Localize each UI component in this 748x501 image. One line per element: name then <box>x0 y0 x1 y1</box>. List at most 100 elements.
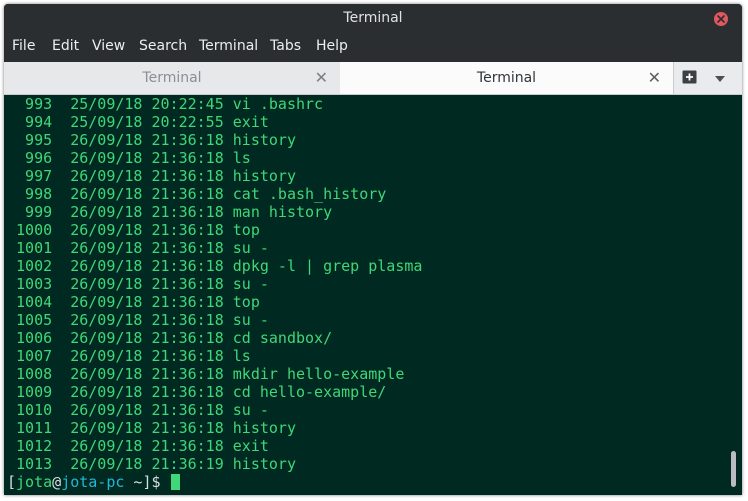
history-number: 994 <box>7 113 53 131</box>
history-command: history <box>232 455 296 473</box>
history-row: 993 25/09/18 20:22:45 vi .bashrc <box>7 95 422 113</box>
history-date: 26/09/18 <box>70 275 143 293</box>
prompt-host: jota-pc <box>61 473 125 491</box>
history-row: 1005 26/09/18 21:36:18 su - <box>7 311 422 329</box>
history-row: 1013 26/09/18 21:36:19 history <box>7 455 422 473</box>
tab-terminal-1[interactable]: Terminal ✕ <box>4 62 341 94</box>
history-row: 1011 26/09/18 21:36:18 history <box>7 419 422 437</box>
history-number: 995 <box>7 131 53 149</box>
history-number: 1013 <box>7 455 53 473</box>
history-command: cat .bash_history <box>232 185 387 203</box>
history-number: 1006 <box>7 329 53 347</box>
history-date: 26/09/18 <box>70 185 143 203</box>
history-time: 21:36:18 <box>151 401 224 419</box>
shell-prompt[interactable]: [jota@jota-pc ~]$ <box>7 473 422 491</box>
history-number: 1007 <box>7 347 53 365</box>
history-date: 26/09/18 <box>70 437 143 455</box>
history-row: 994 25/09/18 20:22:55 exit <box>7 113 422 131</box>
history-row: 1006 26/09/18 21:36:18 cd sandbox/ <box>7 329 422 347</box>
history-command: top <box>232 221 260 239</box>
tab-label: Terminal <box>476 70 537 86</box>
history-time: 21:36:18 <box>151 257 224 275</box>
history-number: 1005 <box>7 311 53 329</box>
history-time: 21:36:18 <box>151 131 224 149</box>
history-date: 26/09/18 <box>70 455 143 473</box>
history-row: 1009 26/09/18 21:36:18 cd hello-example/ <box>7 383 422 401</box>
history-date: 26/09/18 <box>70 203 143 221</box>
history-time: 21:36:18 <box>151 185 224 203</box>
history-number: 1003 <box>7 275 53 293</box>
history-date: 26/09/18 <box>70 347 143 365</box>
history-lines: 993 25/09/18 20:22:45 vi .bashrc 994 25/… <box>7 95 422 491</box>
history-command: dpkg -l | grep plasma <box>232 257 423 275</box>
history-number: 1011 <box>7 419 53 437</box>
history-command: history <box>232 167 296 185</box>
history-row: 997 26/09/18 21:36:18 history <box>7 167 422 185</box>
history-date: 26/09/18 <box>70 167 143 185</box>
tab-close-icon[interactable]: ✕ <box>315 68 328 87</box>
history-row: 1001 26/09/18 21:36:18 su - <box>7 239 422 257</box>
tab-terminal-2[interactable]: Terminal ✕ <box>340 62 674 94</box>
history-date: 26/09/18 <box>70 365 143 383</box>
history-time: 20:22:45 <box>151 95 224 113</box>
title-bar: Terminal <box>4 4 742 34</box>
history-command: su - <box>232 275 269 293</box>
menu-tabs[interactable]: Tabs <box>270 38 301 54</box>
history-row: 1012 26/09/18 21:36:18 exit <box>7 437 422 455</box>
history-time: 21:36:18 <box>151 203 224 221</box>
history-time: 21:36:18 <box>151 149 224 167</box>
history-number: 1002 <box>7 257 53 275</box>
menu-help[interactable]: Help <box>316 38 348 54</box>
history-number: 1001 <box>7 239 53 257</box>
chevron-down-icon[interactable] <box>715 76 725 82</box>
history-date: 26/09/18 <box>70 329 143 347</box>
menu-bar: File Edit View Search Terminal Tabs Help <box>4 34 742 62</box>
history-date: 26/09/18 <box>70 293 143 311</box>
prompt-open-bracket: [ <box>7 473 17 491</box>
history-number: 1010 <box>7 401 53 419</box>
history-command: ls <box>232 149 251 167</box>
new-tab-icon[interactable] <box>682 70 697 84</box>
menu-terminal[interactable]: Terminal <box>199 38 258 54</box>
history-date: 26/09/18 <box>70 419 143 437</box>
prompt-at: @ <box>52 473 62 491</box>
history-number: 1000 <box>7 221 53 239</box>
history-row: 1000 26/09/18 21:36:18 top <box>7 221 422 239</box>
history-command: su - <box>232 311 269 329</box>
history-command: cd sandbox/ <box>232 329 333 347</box>
history-row: 1008 26/09/18 21:36:18 mkdir hello-examp… <box>7 365 422 383</box>
history-row: 1010 26/09/18 21:36:18 su - <box>7 401 422 419</box>
history-number: 1004 <box>7 293 53 311</box>
terminal-window: Terminal File Edit View Search Terminal … <box>4 4 742 495</box>
prompt-user: jota <box>16 473 53 491</box>
history-time: 21:36:18 <box>151 365 224 383</box>
history-command: exit <box>232 437 269 455</box>
menu-view[interactable]: View <box>92 38 125 54</box>
menu-file[interactable]: File <box>12 38 35 54</box>
menu-edit[interactable]: Edit <box>52 38 79 54</box>
history-command: vi .bashrc <box>232 95 324 113</box>
tab-bar: Terminal ✕ Terminal ✕ <box>4 62 742 95</box>
history-row: 996 26/09/18 21:36:18 ls <box>7 149 422 167</box>
history-time: 21:36:18 <box>151 383 224 401</box>
history-command: ls <box>232 347 251 365</box>
history-time: 21:36:18 <box>151 419 224 437</box>
tab-close-icon[interactable]: ✕ <box>648 68 661 87</box>
history-date: 26/09/18 <box>70 311 143 329</box>
history-command: mkdir hello-example <box>232 365 405 383</box>
history-date: 26/09/18 <box>70 221 143 239</box>
terminal-output[interactable]: 993 25/09/18 20:22:45 vi .bashrc 994 25/… <box>4 95 742 495</box>
menu-search[interactable]: Search <box>139 38 187 54</box>
history-number: 1012 <box>7 437 53 455</box>
history-number: 1009 <box>7 383 53 401</box>
window-close-button[interactable] <box>714 12 728 26</box>
history-row: 1004 26/09/18 21:36:18 top <box>7 293 422 311</box>
history-command: man history <box>232 203 333 221</box>
history-row: 999 26/09/18 21:36:18 man history <box>7 203 422 221</box>
scrollbar[interactable] <box>731 451 736 487</box>
history-time: 21:36:18 <box>151 311 224 329</box>
history-date: 26/09/18 <box>70 131 143 149</box>
history-date: 26/09/18 <box>70 383 143 401</box>
history-date: 26/09/18 <box>70 239 143 257</box>
close-icon <box>717 15 725 23</box>
